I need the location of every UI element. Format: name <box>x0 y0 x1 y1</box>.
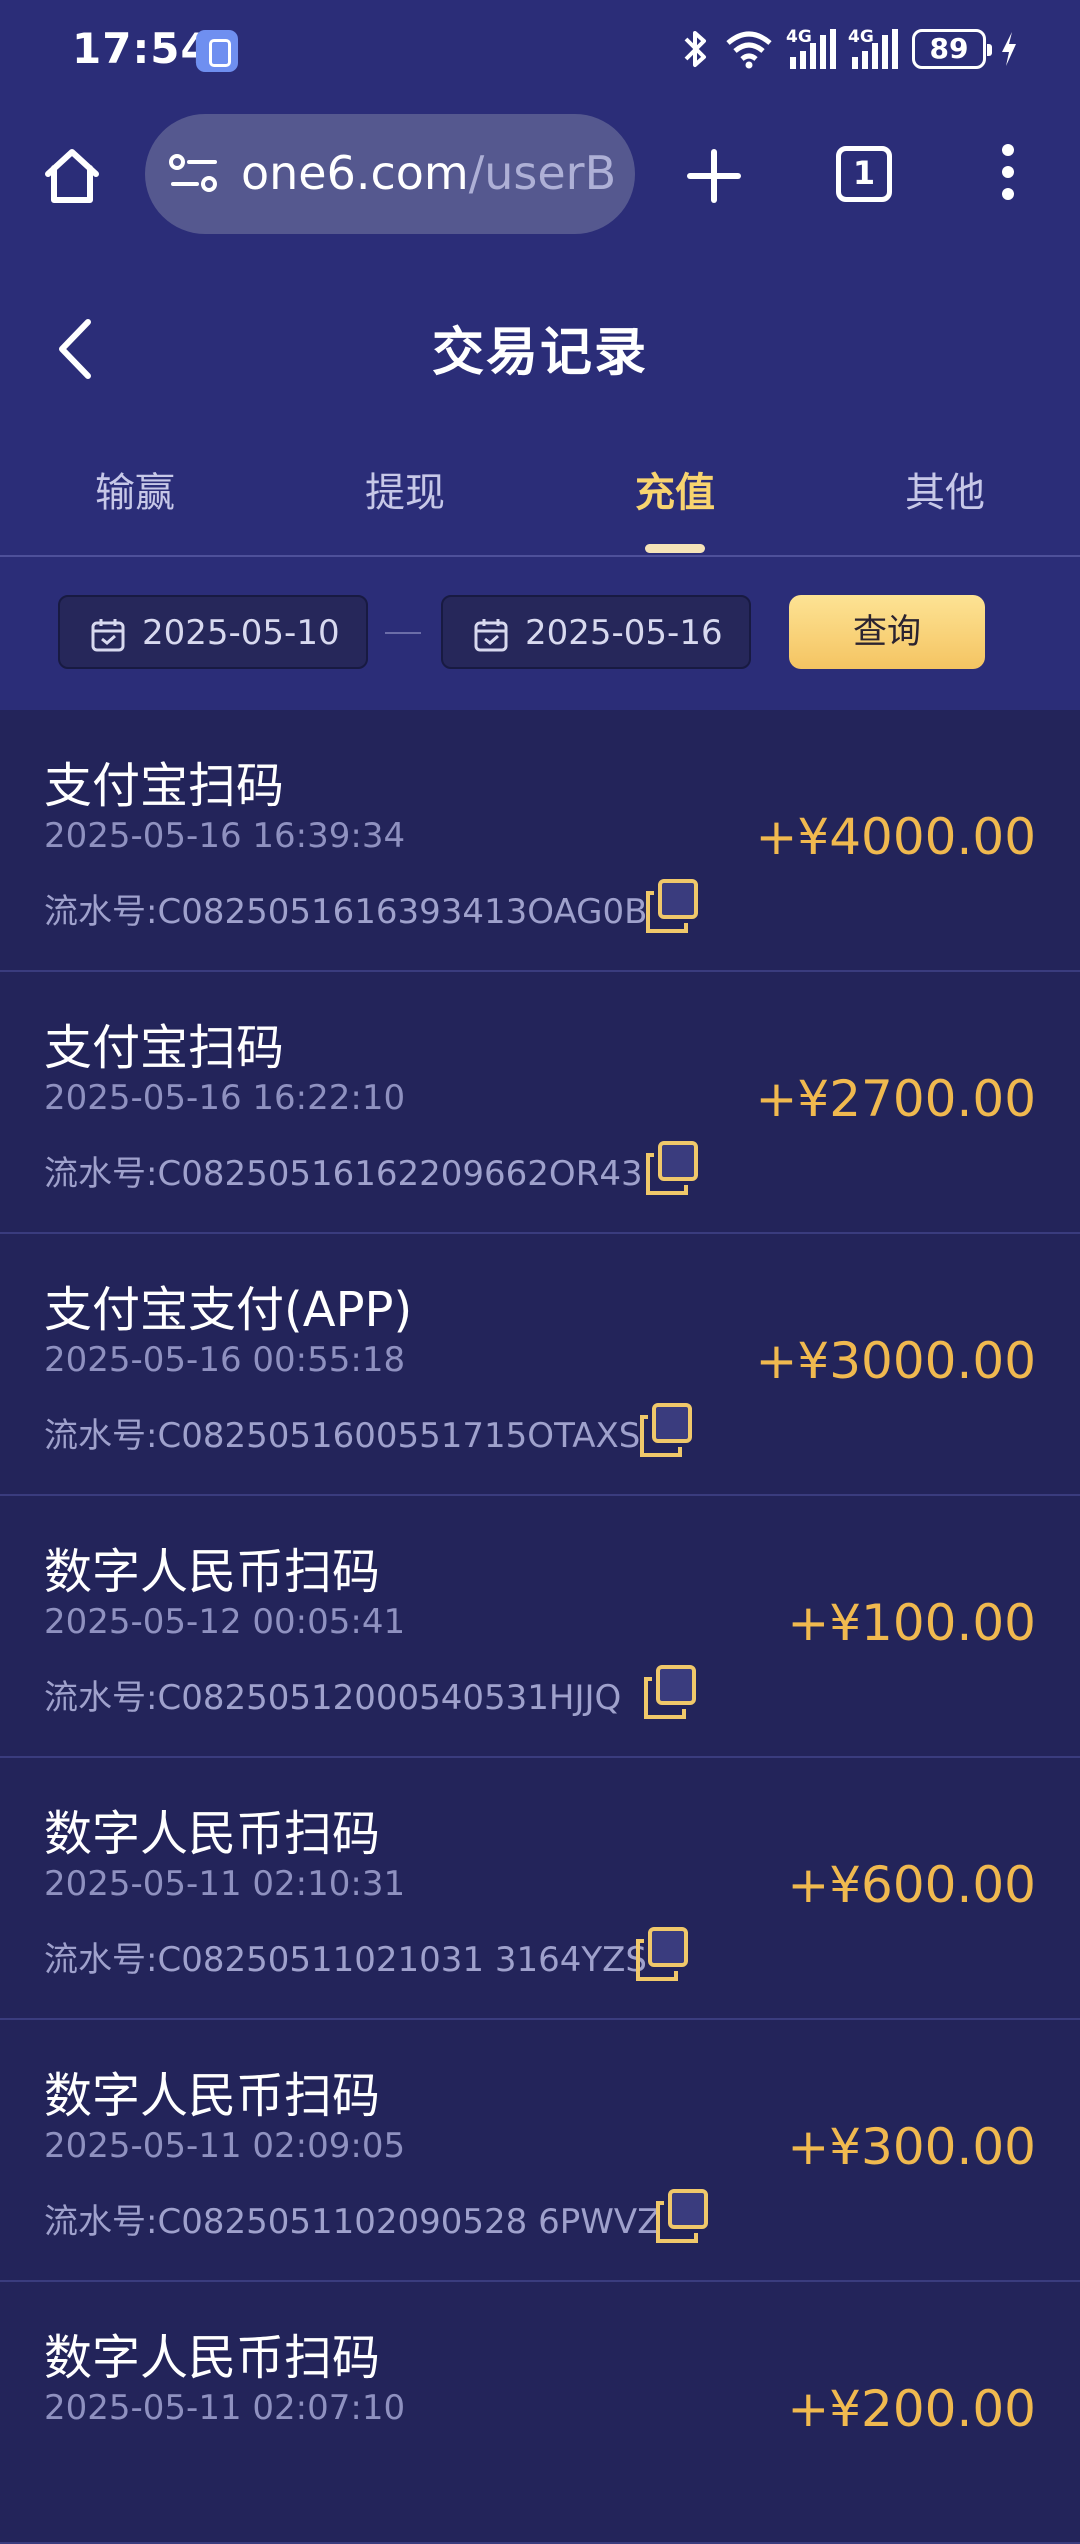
url-host: one6.com <box>241 146 469 200</box>
transaction-amount: +¥600.00 <box>787 1856 1036 1914</box>
copy-icon[interactable] <box>642 877 702 937</box>
tab-other[interactable]: 其他 <box>810 460 1080 518</box>
serial-number: 流水号:C0825051600551715OTAXS <box>44 1416 641 1456</box>
transaction-time: 2025-05-11 02:07:10 <box>44 2388 406 2428</box>
home-icon[interactable] <box>40 144 104 208</box>
transaction-time: 2025-05-11 02:10:31 <box>44 1864 406 1904</box>
start-date-value: 2025-05-10 <box>142 613 340 653</box>
browser-toolbar: one6.com/userB 1 <box>0 104 1080 260</box>
transaction-row[interactable]: 数字人民币扫码 2025-05-11 02:10:31 流水号:C0825051… <box>0 1758 1080 2020</box>
status-icons: 4G 4G 89 <box>680 26 1018 72</box>
copy-icon[interactable] <box>640 1663 700 1723</box>
payment-method: 支付宝支付(APP) <box>44 1282 413 1338</box>
status-bar: 17:54 4G 4G 89 <box>0 0 1080 104</box>
copy-icon[interactable] <box>642 1139 702 1199</box>
start-date-field[interactable]: 2025-05-10 <box>58 595 368 669</box>
transaction-row[interactable]: 数字人民币扫码 2025-05-11 02:09:05 流水号:C0825051… <box>0 2020 1080 2282</box>
notification-app-icon <box>196 30 238 72</box>
page-header: 交易记录 输赢 提现 充值 其他 <box>0 260 1080 556</box>
date-range-separator <box>385 632 421 634</box>
page-title: 交易记录 <box>431 323 648 383</box>
transaction-amount: +¥3000.00 <box>755 1332 1036 1390</box>
transaction-time: 2025-05-16 16:22:10 <box>44 1078 406 1118</box>
network-type-1: 4G <box>786 27 812 47</box>
transaction-amount: +¥300.00 <box>787 2118 1036 2176</box>
tab-withdraw[interactable]: 提现 <box>270 460 540 518</box>
cell-signal-2-icon: 4G <box>848 27 898 69</box>
serial-number: 流水号:C0825051616393413OAG0B <box>44 892 648 932</box>
new-tab-icon[interactable] <box>686 148 742 204</box>
wifi-icon <box>726 31 772 69</box>
payment-method: 支付宝扫码 <box>44 758 285 814</box>
end-date-value: 2025-05-16 <box>525 613 723 653</box>
site-info-icon[interactable] <box>169 152 219 196</box>
payment-method: 支付宝扫码 <box>44 1020 285 1076</box>
payment-method: 数字人民币扫码 <box>44 1806 381 1862</box>
tab-switcher-button[interactable]: 1 <box>836 146 892 202</box>
transaction-row[interactable]: 数字人民币扫码 2025-05-11 02:07:10 +¥200.00 <box>0 2282 1080 2544</box>
serial-number: 流水号:C08250511021031 3164YZS <box>44 1940 648 1980</box>
serial-number: 流水号:C0825051102090528 6PWVZ <box>44 2202 661 2242</box>
transaction-amount: +¥2700.00 <box>755 1070 1036 1128</box>
url-path: /userB <box>468 146 617 200</box>
status-time: 17:54 <box>72 24 211 73</box>
network-type-2: 4G <box>848 27 874 47</box>
serial-number: 流水号:C08250516162209662OR43 <box>44 1154 643 1194</box>
calendar-icon <box>474 619 508 652</box>
transaction-time: 2025-05-12 00:05:41 <box>44 1602 406 1642</box>
transaction-list: 支付宝扫码 2025-05-16 16:39:34 流水号:C082505161… <box>0 710 1080 2544</box>
payment-method: 数字人民币扫码 <box>44 2068 381 2124</box>
date-filter-bar: 2025-05-10 2025-05-16 查询 <box>0 557 1080 710</box>
end-date-field[interactable]: 2025-05-16 <box>441 595 751 669</box>
copy-icon[interactable] <box>652 2187 712 2247</box>
transaction-row[interactable]: 支付宝扫码 2025-05-16 16:39:34 流水号:C082505161… <box>0 710 1080 972</box>
bluetooth-icon <box>684 31 706 67</box>
transaction-time: 2025-05-16 16:39:34 <box>44 816 406 856</box>
payment-method: 数字人民币扫码 <box>44 1544 381 1600</box>
copy-icon[interactable] <box>636 1401 696 1461</box>
tab-win-loss[interactable]: 输赢 <box>0 460 270 518</box>
copy-icon[interactable] <box>632 1925 692 1985</box>
more-menu-icon[interactable] <box>994 144 1022 208</box>
query-button[interactable]: 查询 <box>789 595 985 669</box>
payment-method: 数字人民币扫码 <box>44 2330 381 2386</box>
transaction-row[interactable]: 支付宝扫码 2025-05-16 16:22:10 流水号:C082505161… <box>0 972 1080 1234</box>
tab-deposit[interactable]: 充值 <box>540 460 810 518</box>
transaction-time: 2025-05-16 00:55:18 <box>44 1340 406 1380</box>
url-bar[interactable]: one6.com/userB <box>145 114 635 234</box>
transaction-amount: +¥100.00 <box>787 1594 1036 1652</box>
active-tab-indicator <box>645 544 705 553</box>
transaction-amount: +¥200.00 <box>787 2380 1036 2438</box>
transaction-row[interactable]: 数字人民币扫码 2025-05-12 00:05:41 流水号:C0825051… <box>0 1496 1080 1758</box>
serial-number: 流水号:C0825051200054053​1HJJQ <box>44 1678 622 1718</box>
url-text[interactable]: one6.com/userB <box>241 146 616 200</box>
cell-signal-1-icon: 4G <box>786 27 836 69</box>
transaction-time: 2025-05-11 02:09:05 <box>44 2126 406 2166</box>
transaction-amount: +¥4000.00 <box>755 808 1036 866</box>
charging-icon <box>1002 32 1016 66</box>
record-type-tabs: 输赢 提现 充值 其他 <box>0 460 1080 556</box>
calendar-icon <box>91 619 125 652</box>
transaction-row[interactable]: 支付宝支付(APP) 2025-05-16 00:55:18 流水号:C0825… <box>0 1234 1080 1496</box>
battery-indicator: 89 <box>912 29 992 69</box>
